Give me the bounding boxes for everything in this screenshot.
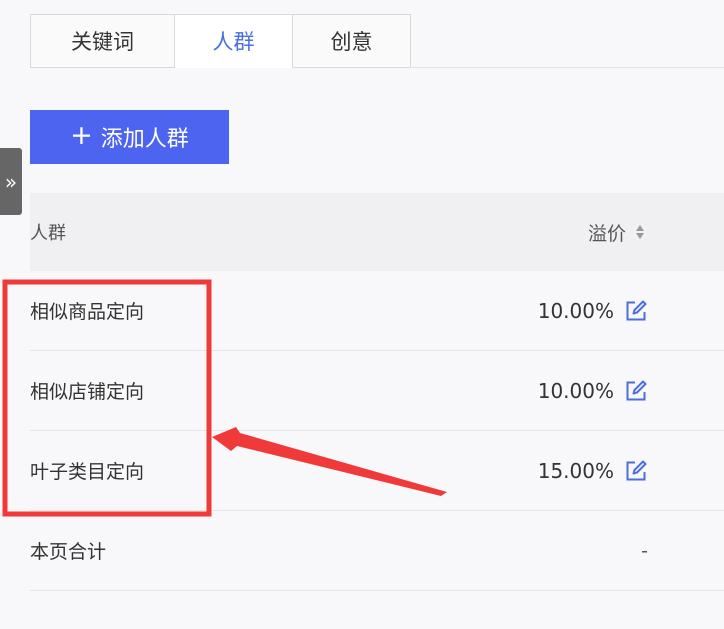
total-value: - [641, 539, 648, 562]
table-header: 人群 溢价 [30, 193, 724, 271]
premium-value: 10.00% [537, 378, 614, 403]
premium-cell: 10.00% [538, 299, 648, 323]
table-total-row: 本页合计 - [30, 511, 724, 591]
sort-icon[interactable] [636, 225, 644, 239]
plus-icon: + [70, 120, 93, 151]
premium-cell: 15.00% [538, 459, 648, 483]
tab-divider [410, 67, 724, 68]
add-audience-button[interactable]: + 添加人群 [30, 110, 229, 164]
column-header-premium-label: 溢价 [587, 222, 626, 245]
column-header-premium[interactable]: 溢价 [588, 219, 644, 246]
edit-icon[interactable] [624, 379, 648, 403]
table-row: 叶子类目定向 15.00% [30, 431, 724, 511]
premium-value: 15.00% [537, 458, 614, 483]
tab-creative[interactable]: 创意 [293, 14, 411, 68]
tab-audience[interactable]: 人群 [175, 14, 293, 68]
audience-name: 相似店铺定向 [30, 381, 145, 403]
tab-label: 人群 [212, 30, 255, 54]
premium-value: 10.00% [537, 298, 614, 323]
sidebar-toggle[interactable]: » [0, 148, 22, 215]
double-chevron-right-icon: » [4, 169, 18, 194]
tab-keywords[interactable]: 关键词 [30, 14, 175, 68]
total-label: 本页合计 [30, 541, 107, 563]
edit-icon[interactable] [624, 459, 648, 483]
add-audience-label: 添加人群 [100, 127, 189, 152]
audience-name: 叶子类目定向 [30, 461, 145, 483]
audience-name: 相似商品定向 [30, 301, 145, 323]
table-row: 相似商品定向 10.00% [30, 271, 724, 351]
audience-table: 人群 溢价 相似商品定向 10.00% 相似店铺定向 10.00% 叶子类目定向… [30, 193, 724, 591]
tab-label: 创意 [330, 30, 373, 54]
tab-bar: 关键词 人群 创意 [30, 14, 411, 68]
table-row: 相似店铺定向 10.00% [30, 351, 724, 431]
edit-icon[interactable] [624, 299, 648, 323]
column-header-audience: 人群 [30, 223, 66, 244]
tab-label: 关键词 [71, 30, 134, 54]
premium-cell: 10.00% [538, 379, 648, 403]
